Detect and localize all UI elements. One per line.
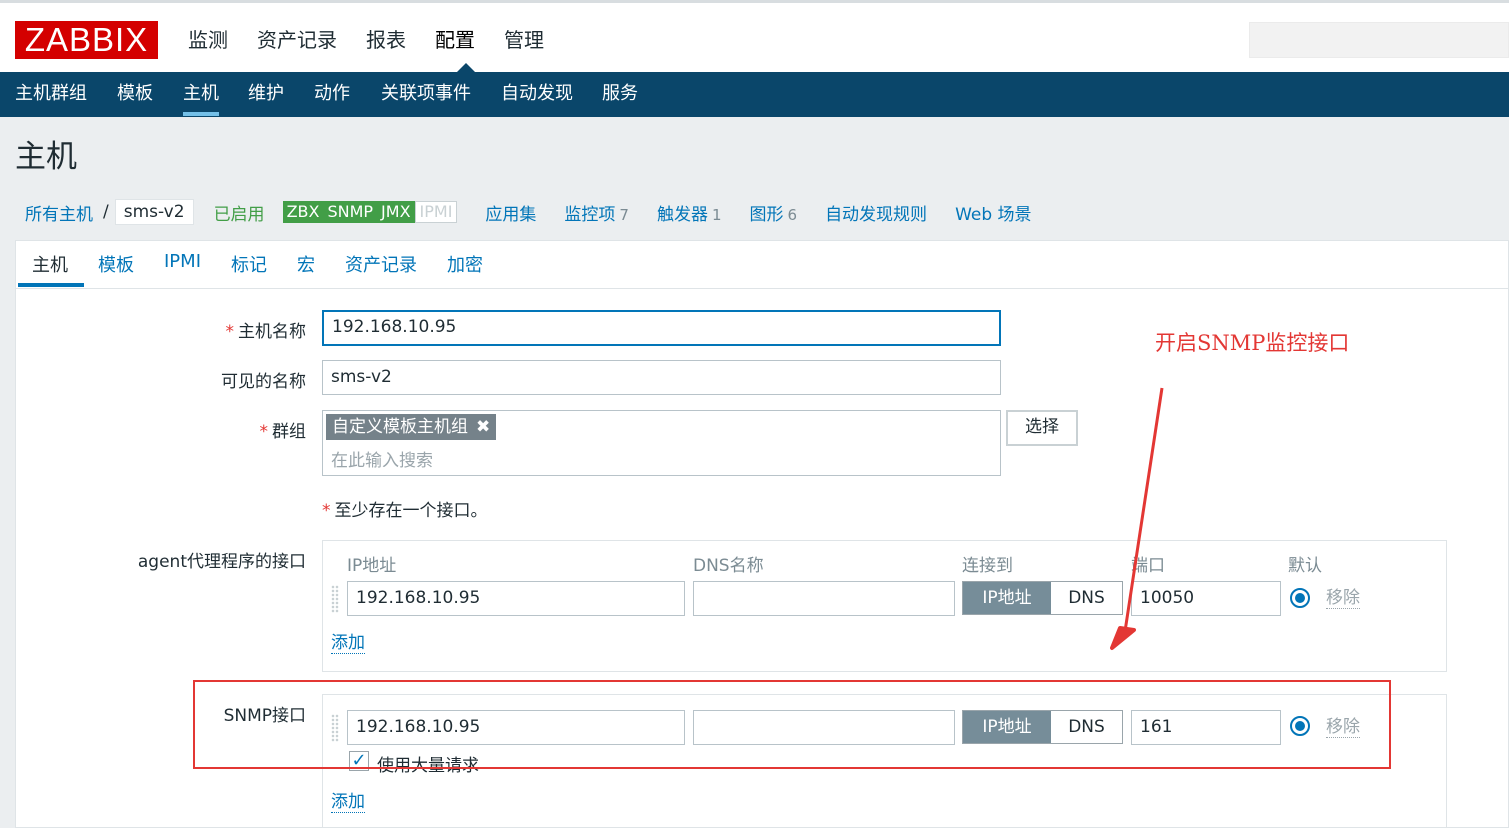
snmp-badge: SNMP (323, 201, 378, 223)
visible-name-input[interactable]: sms-v2 (322, 360, 1001, 395)
availability-badges: ZBX SNMP JMX IPMI (282, 201, 458, 223)
link-applications[interactable]: 应用集 (485, 200, 536, 225)
tab-macros[interactable]: 宏 (297, 251, 315, 277)
menu-inventory[interactable]: 资产记录 (257, 23, 337, 57)
select-groups-button[interactable]: 选择 (1006, 410, 1078, 446)
ipmi-badge: IPMI (414, 201, 458, 223)
breadcrumb-separator: / (103, 202, 109, 222)
annotation-text: 开启SNMP监控接口 (1155, 331, 1350, 355)
remove-tag-icon[interactable]: ✖ (476, 417, 490, 437)
top-header: ZABBIX 监测 资产记录 报表 配置 管理 (0, 0, 1509, 75)
sub-navigation: 主机群组 模板 主机 维护 动作 关联项事件 自动发现 服务 (0, 72, 1509, 117)
zbx-badge: ZBX (282, 201, 324, 223)
link-items[interactable]: 监控项 7 (564, 200, 629, 225)
col-dns: DNS名称 (693, 556, 764, 576)
tab-inventory[interactable]: 资产记录 (345, 251, 417, 277)
menu-reports[interactable]: 报表 (366, 23, 406, 57)
annotation-highlight-box (193, 680, 1391, 769)
col-default: 默认 (1288, 556, 1322, 576)
agent-ip-input[interactable]: 192.168.10.95 (347, 581, 685, 616)
menu-monitoring[interactable]: 监测 (188, 23, 228, 57)
host-status[interactable]: 已启用 (214, 200, 265, 225)
snmp-add-link[interactable]: 添加 (331, 793, 365, 813)
link-discovery-rules[interactable]: 自动发现规则 (825, 200, 927, 225)
tab-encryption[interactable]: 加密 (447, 251, 483, 277)
agent-add-link[interactable]: 添加 (331, 634, 365, 654)
subnav-discovery[interactable]: 自动发现 (501, 72, 573, 117)
tab-ipmi[interactable]: IPMI (164, 251, 201, 272)
tab-tags[interactable]: 标记 (231, 251, 267, 277)
agent-default-radio[interactable] (1290, 588, 1310, 608)
group-tag: 自定义模板主机组 ✖ (326, 414, 497, 440)
agent-interface-label: agent代理程序的接口 (137, 552, 306, 572)
subnav-services[interactable]: 服务 (602, 72, 638, 117)
tab-templates[interactable]: 模板 (98, 251, 134, 277)
active-tab-indicator (18, 283, 84, 287)
jmx-badge: JMX (377, 201, 415, 223)
subnav-maintenance[interactable]: 维护 (248, 72, 284, 117)
annotation-arrow-icon (1110, 387, 1164, 650)
tab-host[interactable]: 主机 (32, 251, 68, 277)
top-menu: 监测 资产记录 报表 配置 管理 (188, 23, 573, 57)
menu-administration[interactable]: 管理 (504, 23, 544, 57)
group-search-placeholder: 在此输入搜索 (331, 451, 433, 471)
menu-configuration[interactable]: 配置 (435, 23, 475, 57)
agent-remove-link[interactable]: 移除 (1326, 589, 1360, 609)
drag-handle-icon[interactable] (331, 585, 339, 613)
host-navigation-bar: 所有主机 / sms-v2 已启用 ZBX SNMP JMX IPMI 应用集 … (15, 186, 1032, 238)
page-title: 主机 (15, 139, 77, 175)
subnav-host-groups[interactable]: 主机群组 (15, 72, 87, 117)
subnav-hosts[interactable]: 主机 (183, 72, 219, 117)
visible-name-label: 可见的名称 (221, 372, 306, 392)
agent-dns-input[interactable] (693, 581, 955, 616)
host-name-input[interactable]: 192.168.10.95 (322, 310, 1001, 346)
groups-label: * 群组 (259, 422, 307, 442)
global-search-input[interactable] (1249, 22, 1509, 58)
zabbix-logo[interactable]: ZABBIX (15, 21, 158, 59)
link-triggers[interactable]: 触发器 1 (657, 200, 722, 225)
host-name-label: * 主机名称 (225, 322, 307, 342)
col-connect: 连接到 (962, 556, 1013, 576)
subnav-templates[interactable]: 模板 (117, 72, 153, 117)
agent-connect-ip[interactable]: IP地址 (963, 582, 1051, 614)
interface-notice: * 至少存在一个接口。 (322, 501, 488, 521)
subnav-correlation[interactable]: 关联项事件 (381, 72, 471, 117)
breadcrumb-all-hosts[interactable]: 所有主机 (25, 200, 93, 225)
col-ip: IP地址 (347, 556, 397, 576)
subnav-actions[interactable]: 动作 (314, 72, 350, 117)
breadcrumb-current-host[interactable]: sms-v2 (114, 199, 194, 225)
form-tabs: 主机 模板 IPMI 标记 宏 资产记录 加密 (16, 241, 1508, 289)
link-graphs[interactable]: 图形 6 (750, 200, 798, 225)
link-web-scenarios[interactable]: Web 场景 (955, 200, 1031, 225)
